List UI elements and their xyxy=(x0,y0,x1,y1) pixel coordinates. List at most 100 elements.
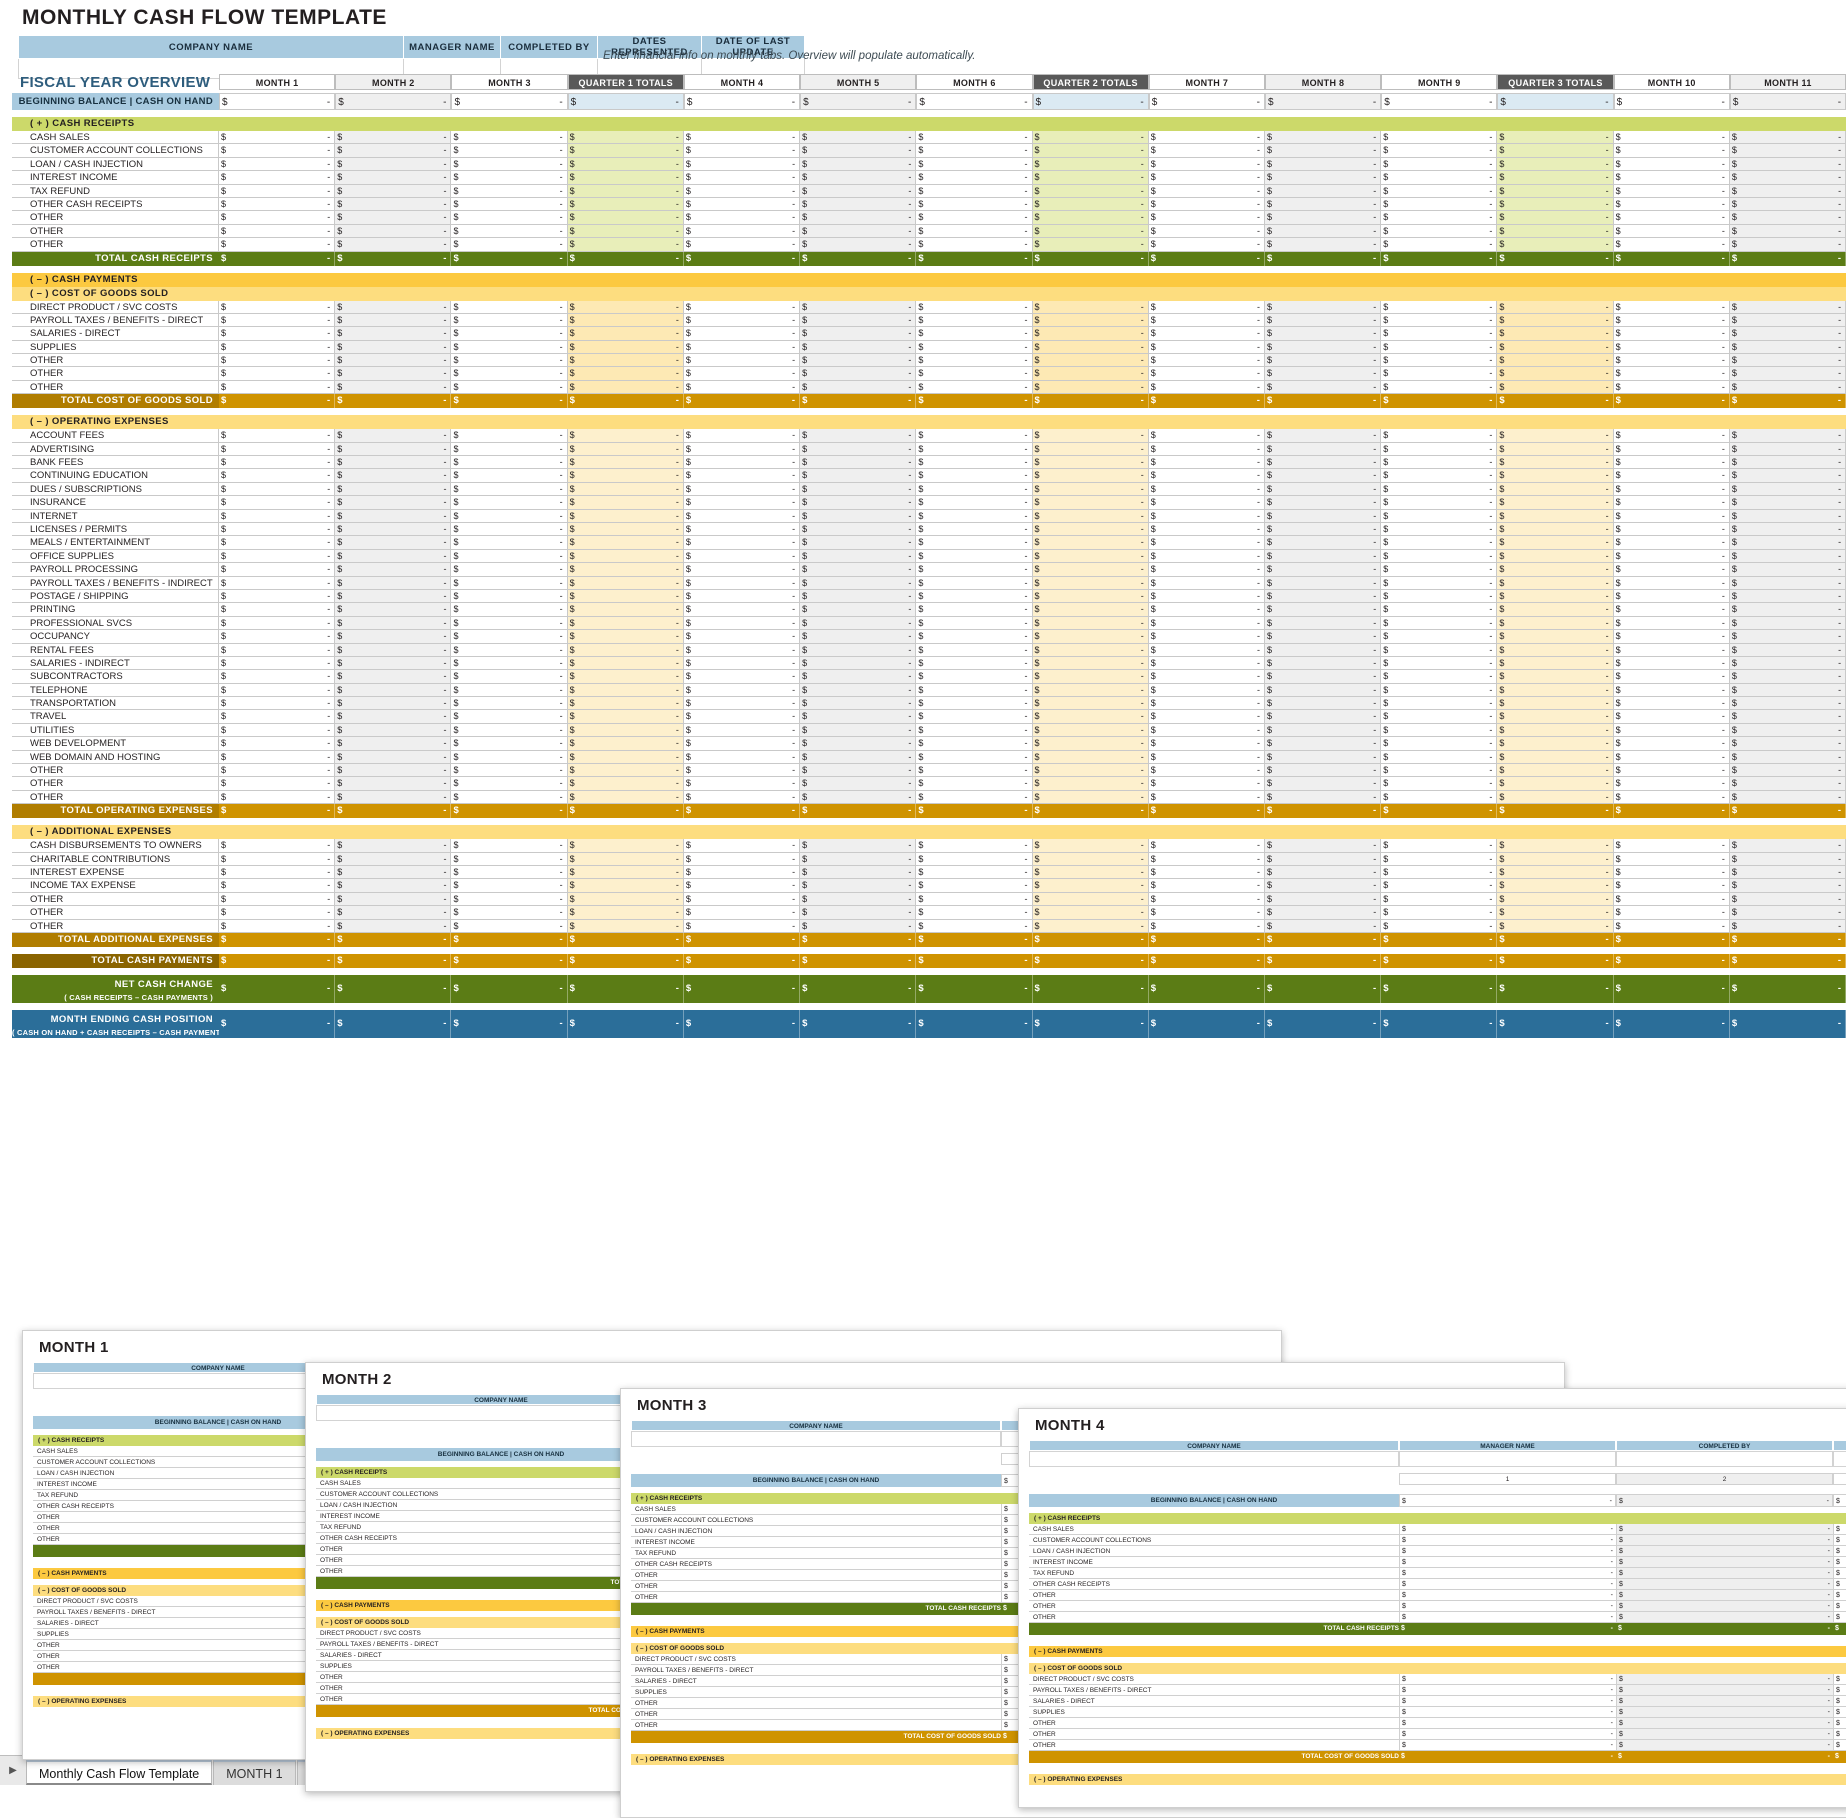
value-cell[interactable]: $- xyxy=(1497,751,1613,764)
value-cell[interactable]: $- xyxy=(1614,456,1730,469)
preview-value-cell[interactable]: $- xyxy=(1399,1579,1616,1590)
value-cell[interactable]: $- xyxy=(219,523,335,536)
value-cell[interactable]: $- xyxy=(1381,367,1497,380)
value-cell[interactable]: $- xyxy=(1381,577,1497,590)
value-cell[interactable]: $- xyxy=(1265,710,1381,723)
value-cell[interactable]: $- xyxy=(1033,341,1149,354)
value-cell[interactable]: $- xyxy=(916,764,1032,777)
value-cell[interactable]: $- xyxy=(800,893,916,906)
value-cell[interactable]: $- xyxy=(916,469,1032,482)
value-cell[interactable]: $- xyxy=(1730,563,1846,576)
value-cell[interactable]: $- xyxy=(451,354,567,367)
value-cell[interactable]: $- xyxy=(451,644,567,657)
value-cell[interactable]: $- xyxy=(916,510,1032,523)
value-cell[interactable]: $- xyxy=(451,617,567,630)
preview-input-cell[interactable] xyxy=(1399,1451,1616,1467)
value-cell[interactable]: $- xyxy=(1381,496,1497,509)
value-cell[interactable]: $- xyxy=(1614,496,1730,509)
value-cell[interactable]: $- xyxy=(451,171,567,184)
preview-value-cell[interactable]: $- xyxy=(1616,1535,1833,1546)
value-cell[interactable]: $- xyxy=(800,367,916,380)
value-cell[interactable]: $- xyxy=(219,791,335,804)
preview-value-cell[interactable]: $- xyxy=(1399,1494,1616,1507)
value-cell[interactable]: $- xyxy=(1149,314,1265,327)
value-cell[interactable]: $- xyxy=(219,866,335,879)
value-cell[interactable]: $- xyxy=(1149,171,1265,184)
value-cell[interactable]: $- xyxy=(916,866,1032,879)
value-cell[interactable]: $- xyxy=(335,879,451,892)
value-cell[interactable]: $- xyxy=(1497,523,1613,536)
value-cell[interactable]: $- xyxy=(1381,341,1497,354)
preview-value-cell[interactable]: $- xyxy=(1616,1524,1833,1535)
value-cell[interactable]: $- xyxy=(1265,225,1381,238)
value-cell[interactable]: $- xyxy=(800,563,916,576)
value-cell[interactable]: $- xyxy=(800,791,916,804)
value-cell[interactable]: $- xyxy=(800,225,916,238)
value-cell[interactable]: $- xyxy=(1033,563,1149,576)
value-cell[interactable]: $- xyxy=(800,144,916,157)
value-cell[interactable]: $- xyxy=(568,853,684,866)
value-cell[interactable]: $- xyxy=(1381,791,1497,804)
value-cell[interactable]: $- xyxy=(219,469,335,482)
value-cell[interactable]: $- xyxy=(1381,906,1497,919)
value-cell[interactable]: $- xyxy=(1730,737,1846,750)
value-cell[interactable]: $- xyxy=(684,523,800,536)
value-cell[interactable]: $- xyxy=(800,630,916,643)
value-cell[interactable]: $- xyxy=(1149,630,1265,643)
value-cell[interactable]: $- xyxy=(916,131,1032,144)
value-cell[interactable]: $- xyxy=(219,751,335,764)
preview-value-cell[interactable]: $- xyxy=(1616,1601,1833,1612)
value-cell[interactable]: $- xyxy=(1149,617,1265,630)
value-cell[interactable]: $- xyxy=(684,724,800,737)
value-cell[interactable]: $- xyxy=(684,590,800,603)
value-cell[interactable]: $- xyxy=(916,630,1032,643)
value-cell[interactable]: $- xyxy=(1730,697,1846,710)
value-cell[interactable]: $- xyxy=(1614,158,1730,171)
value-cell[interactable]: $- xyxy=(684,536,800,549)
value-cell[interactable]: $- xyxy=(1149,751,1265,764)
value-cell[interactable]: $- xyxy=(684,777,800,790)
value-cell[interactable]: $- xyxy=(1381,131,1497,144)
value-cell[interactable]: $- xyxy=(335,301,451,314)
value-cell[interactable]: $- xyxy=(1497,670,1613,683)
value-cell[interactable]: $- xyxy=(1265,791,1381,804)
preview-value-cell[interactable]: $- xyxy=(1833,1494,1846,1507)
value-cell[interactable]: $- xyxy=(684,171,800,184)
value-cell[interactable]: $- xyxy=(1149,381,1265,394)
value-cell[interactable]: $- xyxy=(684,354,800,367)
value-cell[interactable]: $- xyxy=(684,839,800,852)
value-cell[interactable]: $- xyxy=(684,158,800,171)
value-cell[interactable]: $- xyxy=(335,354,451,367)
value-cell[interactable]: $- xyxy=(1265,198,1381,211)
value-cell[interactable]: $- xyxy=(1149,144,1265,157)
value-cell[interactable]: $- xyxy=(335,327,451,340)
value-cell[interactable]: $- xyxy=(568,839,684,852)
value-cell[interactable]: $- xyxy=(568,590,684,603)
value-cell[interactable]: $- xyxy=(1265,185,1381,198)
value-cell[interactable]: $- xyxy=(568,670,684,683)
value-cell[interactable]: $- xyxy=(451,670,567,683)
value-cell[interactable]: $- xyxy=(1033,617,1149,630)
value-cell[interactable]: $- xyxy=(1381,483,1497,496)
value-cell[interactable]: $- xyxy=(335,483,451,496)
value-cell[interactable]: $- xyxy=(800,670,916,683)
value-cell[interactable]: $- xyxy=(1149,724,1265,737)
value-cell[interactable]: $- xyxy=(335,443,451,456)
value-cell[interactable]: $- xyxy=(1149,879,1265,892)
value-cell[interactable]: $- xyxy=(1033,630,1149,643)
value-cell[interactable]: $- xyxy=(684,853,800,866)
value-cell[interactable]: $- xyxy=(1265,93,1381,110)
value-cell[interactable]: $- xyxy=(1033,724,1149,737)
value-cell[interactable]: $- xyxy=(800,131,916,144)
preview-input-cell[interactable] xyxy=(631,1431,1001,1447)
value-cell[interactable]: $- xyxy=(1614,644,1730,657)
value-cell[interactable]: $- xyxy=(1614,367,1730,380)
value-cell[interactable]: $- xyxy=(684,684,800,697)
preview-value-cell[interactable]: $- xyxy=(1833,1568,1846,1579)
value-cell[interactable]: $- xyxy=(335,630,451,643)
value-cell[interactable]: $- xyxy=(1730,617,1846,630)
value-cell[interactable]: $- xyxy=(568,920,684,933)
value-cell[interactable]: $- xyxy=(568,301,684,314)
preview-value-cell[interactable]: $- xyxy=(1399,1696,1616,1707)
value-cell[interactable]: $- xyxy=(568,238,684,251)
